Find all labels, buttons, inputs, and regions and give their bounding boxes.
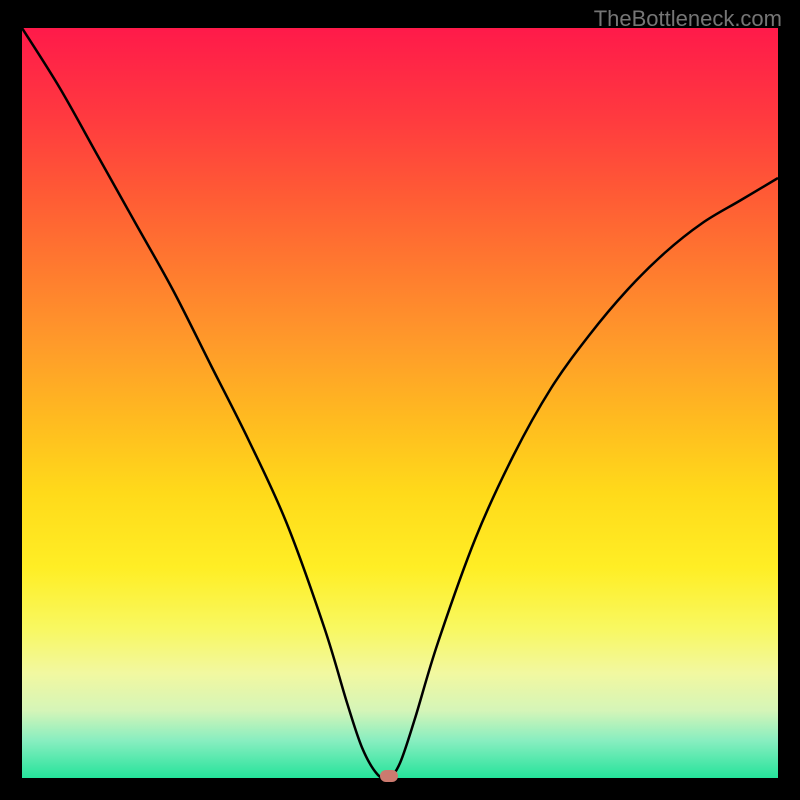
watermark-text: TheBottleneck.com [594,6,782,32]
curve-svg [22,28,778,778]
optimal-marker [380,770,398,782]
plot-area [22,28,778,778]
bottleneck-curve [22,28,778,778]
